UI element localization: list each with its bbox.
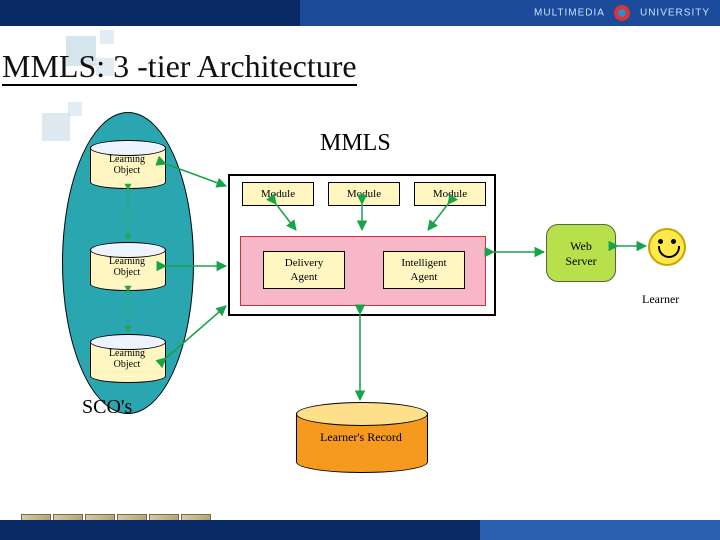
brand-icon <box>612 3 632 23</box>
brand-left: MULTIMEDIA <box>534 8 604 19</box>
title-text: MMLS: 3 -tier Architecture <box>2 48 357 86</box>
web-server: WebServer <box>546 224 616 282</box>
learning-object-1: LearningObject <box>90 140 164 182</box>
record-label: Learner's Record <box>296 430 426 445</box>
agent-layer: DeliveryAgent IntelligentAgent <box>240 236 486 306</box>
delivery-agent: DeliveryAgent <box>263 251 345 289</box>
learner-icon <box>648 228 686 266</box>
header-bar: MULTIMEDIA UNIVERSITY <box>0 0 720 26</box>
brand-right: UNIVERSITY <box>640 8 710 19</box>
lo-label: LearningObject <box>90 256 164 278</box>
deco-square <box>42 113 70 141</box>
intelligent-agent: IntelligentAgent <box>383 251 465 289</box>
mmls-box: Module Module Module DeliveryAgent Intel… <box>228 174 496 316</box>
lo-label: LearningObject <box>90 154 164 176</box>
deco-square <box>100 30 114 44</box>
mmls-title: MMLS <box>320 130 391 157</box>
learner-label: Learner <box>642 292 679 307</box>
scos-label: SCO's <box>82 396 132 419</box>
module-2: Module <box>328 182 400 206</box>
learner-record-db: Learner's Record <box>296 402 426 468</box>
page-title: MMLS: 3 -tier Architecture <box>2 48 357 85</box>
module-1: Module <box>242 182 314 206</box>
footer-bar <box>0 520 720 540</box>
module-3: Module <box>414 182 486 206</box>
lo-label: LearningObject <box>90 348 164 370</box>
learning-object-3: LearningObject <box>90 334 164 376</box>
learning-object-2: LearningObject <box>90 242 164 284</box>
brand-logo: MULTIMEDIA UNIVERSITY <box>534 3 710 23</box>
deco-square <box>68 102 82 116</box>
